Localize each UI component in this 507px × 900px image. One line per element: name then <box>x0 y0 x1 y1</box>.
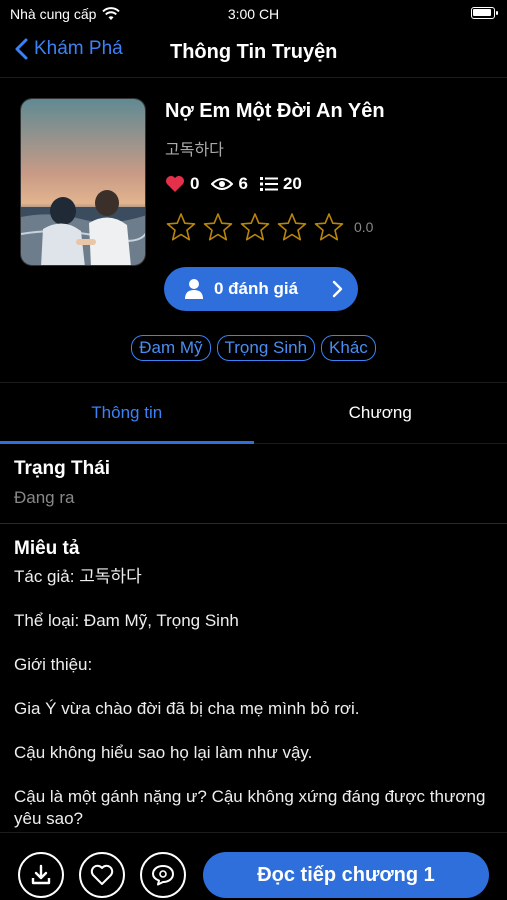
continue-reading-button[interactable]: Đọc tiếp chương 1 <box>203 852 489 898</box>
status-heading: Trạng Thái <box>14 458 111 479</box>
tab-chapters[interactable]: Chương <box>254 383 507 443</box>
comment-icon <box>152 865 174 886</box>
description-line: Gia Ý vừa chào đời đã bị cha mẹ mình bỏ … <box>14 699 360 718</box>
story-stats: 0 6 20 <box>165 174 308 194</box>
description-line: Thể loại: Đam Mỹ, Trọng Sinh <box>14 611 239 630</box>
tab-info[interactable]: Thông tin <box>0 383 254 444</box>
description-line: Tác giả: 고독하다 <box>14 567 142 586</box>
chevron-left-icon <box>15 38 28 60</box>
back-button[interactable]: Khám Phá <box>14 38 123 60</box>
user-icon <box>185 279 203 299</box>
status-bar: Nhà cung cấp 3:00 CH <box>0 0 507 30</box>
tag-dam-my[interactable]: Đam Mỹ <box>131 335 211 361</box>
star-icon[interactable] <box>239 211 271 243</box>
genre-tags: Đam Mỹ Trọng Sinh Khác <box>0 335 507 361</box>
clock: 3:00 CH <box>227 6 280 22</box>
eye-icon <box>211 178 234 190</box>
tag-khac[interactable]: Khác <box>321 335 376 361</box>
story-title: Nợ Em Một Đời An Yên <box>165 100 385 122</box>
story-author: 고독하다 <box>165 142 224 159</box>
rating-value: 0.0 <box>354 219 374 235</box>
chapters-count: 20 <box>282 174 302 193</box>
likes-stat: 0 <box>165 174 199 194</box>
comment-button[interactable] <box>140 852 186 898</box>
star-icon[interactable] <box>165 211 197 243</box>
star-icon[interactable] <box>276 211 308 243</box>
star-icon[interactable] <box>313 211 345 243</box>
favorite-button[interactable] <box>79 852 125 898</box>
tag-trong-sinh[interactable]: Trọng Sinh <box>216 335 316 361</box>
bottom-action-bar: Đọc tiếp chương 1 <box>0 832 507 900</box>
heart-outline-icon <box>90 864 114 885</box>
views-count: 6 <box>238 174 248 193</box>
star-icon[interactable] <box>202 211 234 243</box>
navigation-bar: Khám Phá Thông Tin Truyện <box>0 30 507 78</box>
status-section: Trạng Thái Đang ra <box>0 444 507 524</box>
story-header: Nợ Em Một Đời An Yên 고독하다 0 6 20 0.0 0 đ… <box>0 78 507 383</box>
heart-icon <box>166 176 184 192</box>
tab-bar: Thông tin Chương <box>0 383 507 444</box>
download-icon <box>31 864 51 885</box>
star-rating[interactable]: 0.0 <box>165 211 373 243</box>
download-button[interactable] <box>18 852 64 898</box>
chevron-right-icon <box>332 280 343 298</box>
likes-count: 0 <box>190 174 200 193</box>
description-line: Cậu là một gánh nặng ư? Cậu không xứng đ… <box>14 787 486 828</box>
description-section: Miêu tả Tác giả: 고독하다 Thể loại: Đam Mỹ, … <box>14 538 494 852</box>
battery-icon <box>471 7 498 19</box>
reviews-label: 0 đánh giá <box>214 279 299 298</box>
description-heading: Miêu tả <box>14 538 80 559</box>
back-label: Khám Phá <box>34 38 123 59</box>
page-title: Thông Tin Truyện <box>170 41 338 63</box>
description-line: Cậu không hiểu sao họ lại làm như vậy. <box>14 743 313 762</box>
story-cover-image <box>20 98 146 266</box>
list-icon <box>259 177 278 191</box>
status-value: Đang ra <box>14 488 75 507</box>
description-line: Giới thiệu: <box>14 655 93 674</box>
views-stat: 6 <box>211 174 248 194</box>
reviews-button[interactable]: 0 đánh giá <box>164 267 358 311</box>
chapters-stat: 20 <box>259 174 302 194</box>
